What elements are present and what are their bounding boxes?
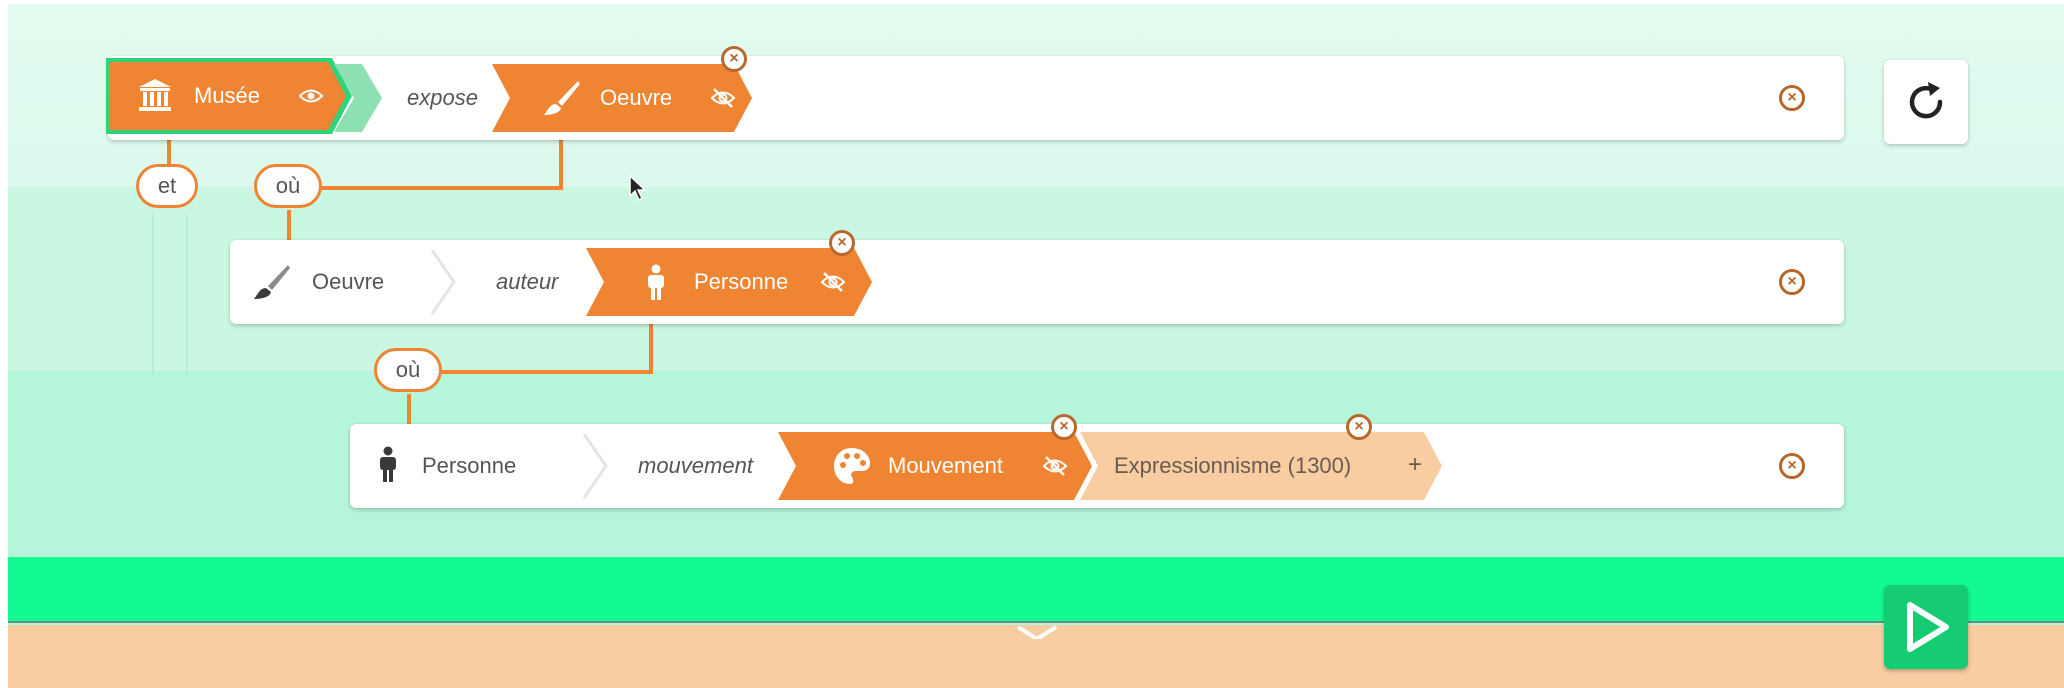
predicate-label[interactable]: expose	[407, 87, 478, 109]
play-icon	[1907, 602, 1949, 652]
where-operator-pill[interactable]: où	[254, 164, 322, 208]
where-connector-line	[318, 186, 563, 190]
person-icon	[642, 264, 670, 302]
reset-button[interactable]	[1884, 60, 1968, 144]
museum-icon	[136, 76, 174, 114]
results-panel	[8, 625, 2064, 688]
remove-row-button[interactable]: ×	[1779, 453, 1805, 479]
guide-line	[186, 214, 188, 374]
where-connector-line	[559, 140, 563, 190]
subject-label: Musée	[194, 83, 261, 108]
and-label: et	[157, 173, 177, 198]
eye-slash-icon[interactable]	[710, 86, 736, 110]
close-icon: ×	[729, 50, 739, 67]
where-operator-pill[interactable]: où	[374, 348, 442, 392]
criteria-row: Oeuvre auteur Personne × ×	[230, 230, 1844, 324]
close-icon: ×	[1787, 89, 1797, 106]
close-icon: ×	[1059, 418, 1069, 435]
object-label: Personne	[694, 269, 789, 294]
close-icon: ×	[837, 234, 847, 251]
plus-icon: +	[1408, 451, 1423, 478]
subject-chip-musee[interactable]: Musée	[110, 62, 346, 130]
and-operator-pill[interactable]: et	[136, 164, 198, 208]
query-builder: et où où Musée expose Oeuvre × × Oeuvre …	[8, 4, 2064, 688]
where-label: où	[395, 357, 421, 382]
subject-label[interactable]: Personne	[422, 455, 516, 477]
object-label: Oeuvre	[600, 85, 673, 110]
eye-slash-icon[interactable]	[820, 270, 846, 294]
eye-slash-icon[interactable]	[1042, 454, 1068, 478]
object-label: Mouvement	[888, 453, 1003, 478]
guide-line	[152, 214, 154, 374]
eye-icon[interactable]	[298, 86, 324, 106]
remove-object-button[interactable]: ×	[829, 230, 855, 256]
chevron-down-icon[interactable]	[1014, 625, 1060, 639]
refresh-icon	[1909, 82, 1943, 119]
object-chip-oeuvre[interactable]: Oeuvre	[492, 64, 752, 132]
value-chip-expressionnisme[interactable]: Expressionnisme (1300)	[1080, 432, 1408, 500]
where-connector-line	[407, 394, 411, 424]
where-label: où	[275, 173, 301, 198]
where-connector-line	[438, 370, 653, 374]
remove-object-button[interactable]: ×	[1051, 414, 1077, 440]
results-bar	[8, 557, 2064, 623]
mouse-pointer-icon	[629, 174, 647, 202]
value-label: Expressionnisme (1300)	[1114, 453, 1352, 478]
paintbrush-icon	[254, 265, 290, 299]
palette-icon	[832, 446, 872, 486]
subject-label[interactable]: Oeuvre	[312, 271, 384, 293]
play-button[interactable]	[1884, 585, 1968, 669]
predicate-label[interactable]: auteur	[496, 271, 558, 293]
predicate-label[interactable]: mouvement	[638, 455, 753, 477]
person-icon	[380, 446, 396, 482]
object-chip-mouvement[interactable]: Mouvement	[778, 432, 1092, 500]
paintbrush-icon	[542, 78, 582, 118]
criteria-row: Personne mouvement Mouvement × Expressio…	[350, 414, 1844, 508]
remove-row-button[interactable]: ×	[1779, 85, 1805, 111]
close-icon: ×	[1787, 273, 1797, 290]
remove-value-button[interactable]: ×	[1346, 414, 1372, 440]
object-chip-personne[interactable]: Personne	[586, 248, 872, 316]
close-icon: ×	[1354, 418, 1364, 435]
criteria-row: Musée expose Oeuvre × ×	[106, 46, 1844, 140]
separator-arrow	[582, 433, 608, 499]
close-icon: ×	[1787, 457, 1797, 474]
remove-object-button[interactable]: ×	[721, 46, 747, 72]
where-connector-line	[649, 324, 653, 374]
where-connector-line	[287, 210, 291, 242]
separator-arrow	[430, 249, 456, 315]
remove-row-button[interactable]: ×	[1779, 269, 1805, 295]
